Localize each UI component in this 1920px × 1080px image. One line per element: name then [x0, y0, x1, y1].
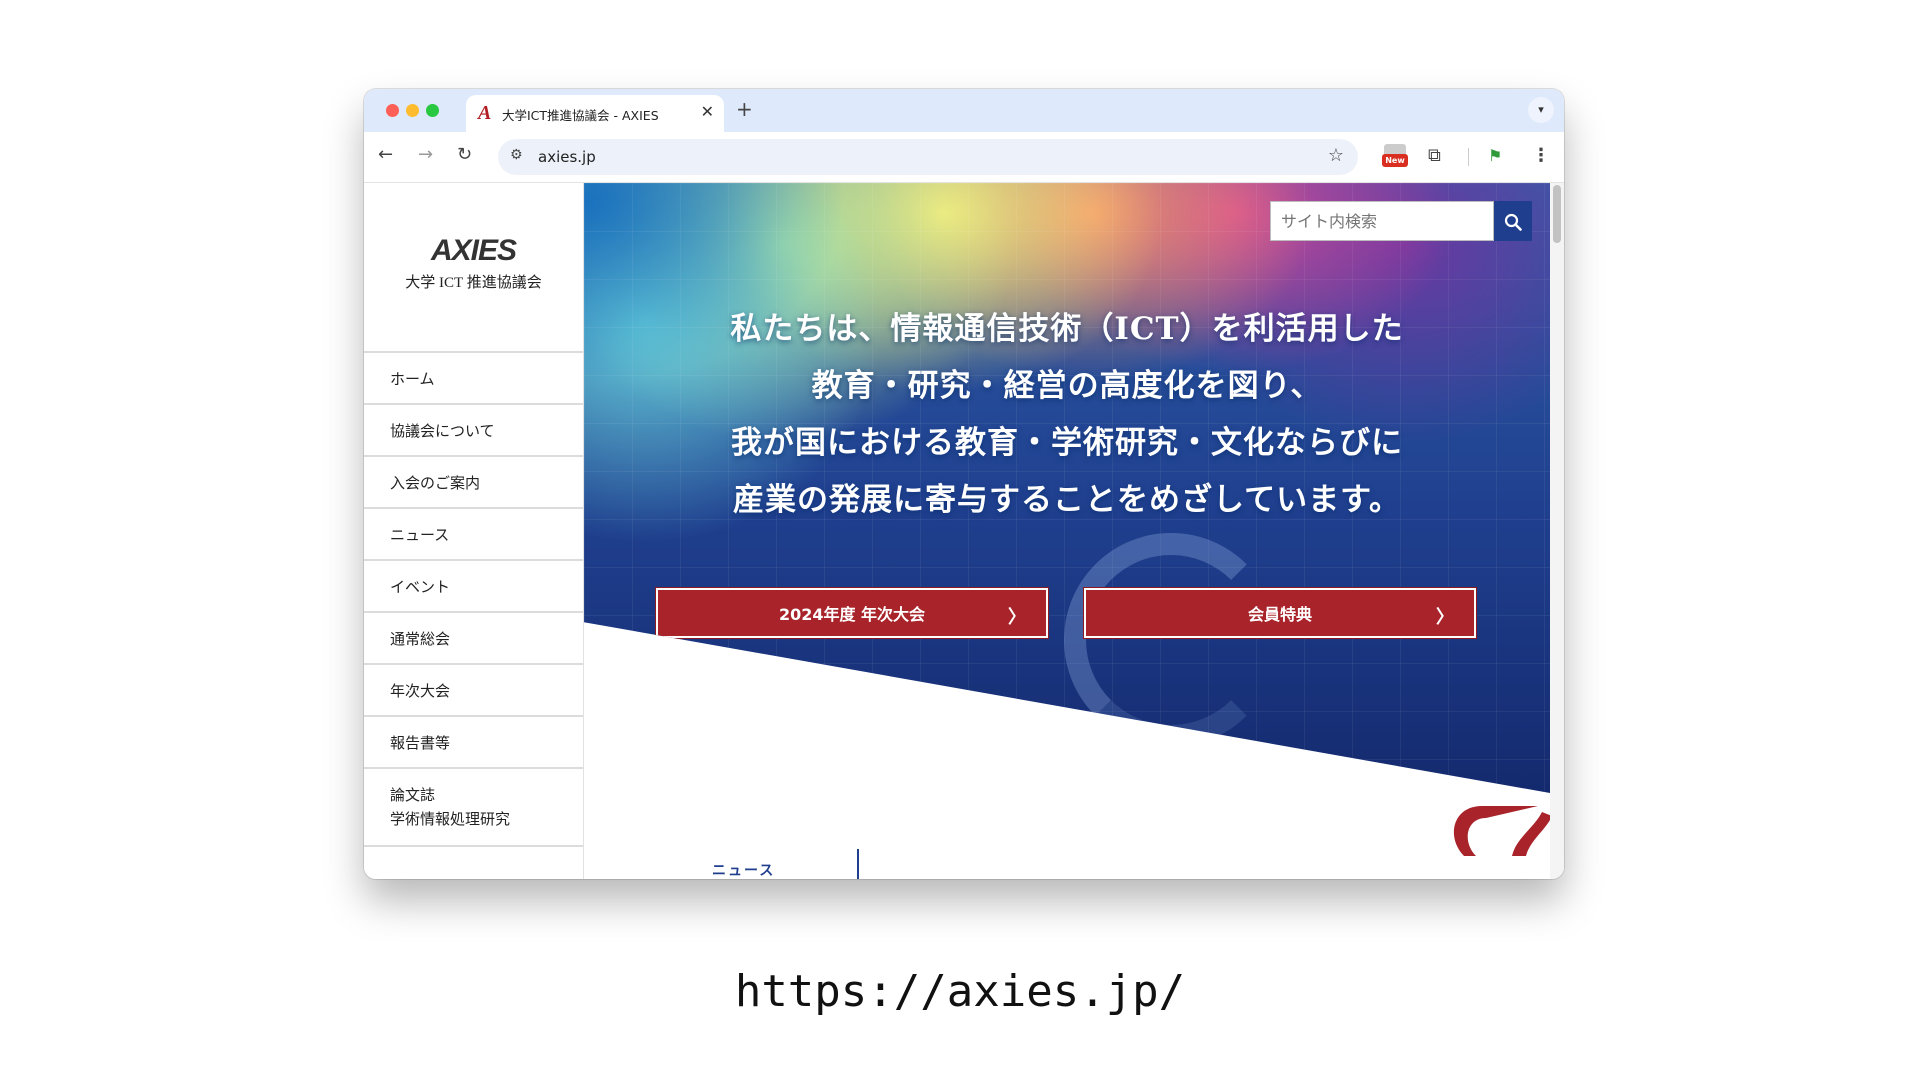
search-input[interactable]	[1270, 201, 1494, 241]
active-tab[interactable]: A 大学ICT推進協議会 - AXIES ✕	[466, 95, 724, 132]
headline-line: 教育・研究・経営の高度化を図り、	[811, 368, 1323, 404]
search-icon	[1504, 213, 1522, 231]
logo-swoosh-decoration	[1453, 806, 1552, 856]
sidebar-item-home[interactable]: ホーム	[364, 353, 583, 405]
favicon-icon: A	[478, 102, 492, 124]
browser-window: A 大学ICT推進協議会 - AXIES ✕ + ▾ ← → ↻ ⚙ axies…	[364, 89, 1564, 879]
site-logo[interactable]: AXIES 大学 ICT 推進協議会	[364, 235, 583, 292]
site-info-icon[interactable]: ⚙	[510, 147, 523, 163]
news-divider	[857, 849, 859, 879]
annual-conference-button[interactable]: 2024年度 年次大会 〉	[655, 587, 1049, 639]
reload-icon[interactable]: ↻	[457, 144, 472, 166]
extension-flag-icon[interactable]: ⚑	[1488, 146, 1502, 165]
annual-conference-label: 2024年度 年次大会	[778, 605, 926, 624]
new-tab-button[interactable]: +	[736, 99, 753, 119]
logo-mark: AXIES	[430, 234, 517, 267]
puzzle-icon[interactable]: ⧉	[1428, 145, 1441, 166]
site-search	[1270, 201, 1532, 241]
minimize-window-button[interactable]	[406, 104, 419, 117]
back-icon[interactable]: ←	[378, 144, 393, 166]
journal-label: 論文誌	[390, 786, 436, 804]
search-button[interactable]	[1494, 201, 1532, 241]
scrollbar-thumb[interactable]	[1553, 185, 1561, 243]
address-bar[interactable]: ⚙ axies.jp ☆	[498, 139, 1358, 175]
zoom-window-button[interactable]	[426, 104, 439, 117]
url-text[interactable]: axies.jp	[538, 148, 596, 166]
headline-line: 私たちは、情報通信技術（ICT）を利活用した	[730, 311, 1404, 347]
page-scrollbar[interactable]	[1550, 183, 1564, 879]
extension-new-icon[interactable]: New	[1382, 144, 1408, 168]
page-content: AXIES 大学 ICT 推進協議会 ホーム 協議会について 入会のご案内 ニュ…	[364, 183, 1564, 879]
sidebar-item-events[interactable]: イベント	[364, 561, 583, 613]
tab-list-button[interactable]: ▾	[1528, 97, 1554, 123]
hero-banner: 私たちは、情報通信技術（ICT）を利活用した 教育・研究・経営の高度化を図り、 …	[584, 183, 1550, 793]
chevron-right-icon: 〉	[1008, 607, 1026, 628]
forward-icon[interactable]: →	[418, 144, 433, 166]
tab-title: 大学ICT推進協議会 - AXIES	[502, 108, 659, 123]
chevron-right-icon: 〉	[1436, 607, 1454, 628]
toolbar-divider	[1468, 148, 1469, 166]
url-caption: https://axies.jp/	[734, 966, 1186, 1017]
news-section-label[interactable]: ニュース	[712, 860, 775, 879]
star-icon[interactable]: ☆	[1328, 145, 1344, 166]
hero-headline: 私たちは、情報通信技術（ICT）を利活用した 教育・研究・経営の高度化を図り、 …	[584, 301, 1550, 529]
tab-strip: A 大学ICT推進協議会 - AXIES ✕ + ▾	[364, 89, 1564, 132]
browser-toolbar: ← → ↻ ⚙ axies.jp ☆ New ⧉ ⚑ ⋮	[364, 132, 1564, 183]
new-badge: New	[1382, 154, 1408, 167]
tab-close-icon[interactable]: ✕	[701, 102, 714, 121]
logo-subtitle: 大学 ICT 推進協議会	[405, 275, 542, 291]
close-window-button[interactable]	[386, 104, 399, 117]
hero-ring-decoration	[1064, 533, 1278, 747]
sidebar-item-news[interactable]: ニュース	[364, 509, 583, 561]
sidebar-item-reports[interactable]: 報告書等	[364, 717, 583, 769]
member-benefits-label: 会員特典	[1247, 605, 1312, 624]
sidebar-item-journal[interactable]: 論文誌 学術情報処理研究	[364, 769, 583, 847]
sidebar-item-annual-conference[interactable]: 年次大会	[364, 665, 583, 717]
sidebar: AXIES 大学 ICT 推進協議会 ホーム 協議会について 入会のご案内 ニュ…	[364, 183, 584, 879]
member-benefits-button[interactable]: 会員特典 〉	[1083, 587, 1477, 639]
headline-line: 我が国における教育・学術研究・文化ならびに	[731, 425, 1403, 461]
sidebar-menu: ホーム 協議会について 入会のご案内 ニュース イベント 通常総会 年次大会 報…	[364, 351, 583, 847]
headline-line: 産業の発展に寄与することをめざしています。	[733, 482, 1401, 518]
sidebar-item-membership[interactable]: 入会のご案内	[364, 457, 583, 509]
sidebar-item-general-meeting[interactable]: 通常総会	[364, 613, 583, 665]
sidebar-item-about[interactable]: 協議会について	[364, 405, 583, 457]
journal-sublabel: 学術情報処理研究	[390, 810, 511, 828]
menu-icon[interactable]: ⋮	[1532, 145, 1550, 166]
